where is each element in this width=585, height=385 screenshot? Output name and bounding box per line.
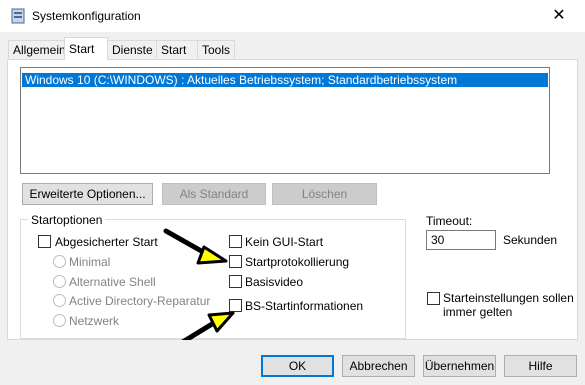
close-icon[interactable]: ✕ [552,8,566,24]
window-title: Systemkonfiguration [32,9,141,23]
make-permanent-checkbox[interactable] [427,292,440,305]
base-video-checkbox[interactable] [229,275,242,288]
base-video-label: Basisvideo [245,275,304,289]
timeout-label: Timeout: [426,214,473,228]
cancel-button[interactable]: Abbrechen [342,355,415,377]
annotation-arrow-icon [163,228,228,265]
os-boot-info-label: BS-Startinformationen [245,299,364,313]
delete-button[interactable]: Löschen [272,183,377,205]
tab-start[interactable]: Start [64,37,108,60]
radio-alternate-shell-label: Alternative Shell [69,275,156,289]
no-gui-boot-label: Kein GUI-Start [245,235,324,249]
radio-network[interactable] [53,314,66,327]
radio-minimal-label: Minimal [69,255,111,269]
radio-minimal[interactable] [53,255,66,268]
tab-tools[interactable]: Tools [197,40,235,58]
set-default-button[interactable]: Als Standard [162,183,266,205]
safe-boot-checkbox[interactable] [38,235,51,248]
radio-network-label: Netzwerk [69,314,120,328]
boot-entry-selected[interactable]: Windows 10 (C:\WINDOWS) : Aktuelles Betr… [22,73,548,87]
system-config-icon [11,8,25,24]
timeout-input[interactable]: 30 [426,230,496,250]
make-permanent-label-line1: Starteinstellungen sollen [443,291,574,305]
tab-dienste[interactable]: Dienste [107,40,157,58]
radio-alternate-shell[interactable] [53,275,66,288]
advanced-options-button[interactable]: Erweiterte Optionen... [22,183,153,205]
help-button[interactable]: Hilfe [504,355,577,377]
timeout-unit-label: Sekunden [503,233,558,247]
apply-button[interactable]: Übernehmen [423,355,496,377]
boot-log-label: Startprotokollierung [245,255,350,269]
safe-boot-label: Abgesicherter Start [55,235,158,249]
make-permanent-label-line2: immer gelten [443,305,513,319]
radio-ad-repair[interactable] [53,294,66,307]
tab-allgemein[interactable]: Allgemein [8,40,66,58]
ok-button[interactable]: OK [261,355,334,377]
boot-options-legend: Startoptionen [28,213,106,227]
tab-autostart[interactable]: Start [156,40,198,58]
